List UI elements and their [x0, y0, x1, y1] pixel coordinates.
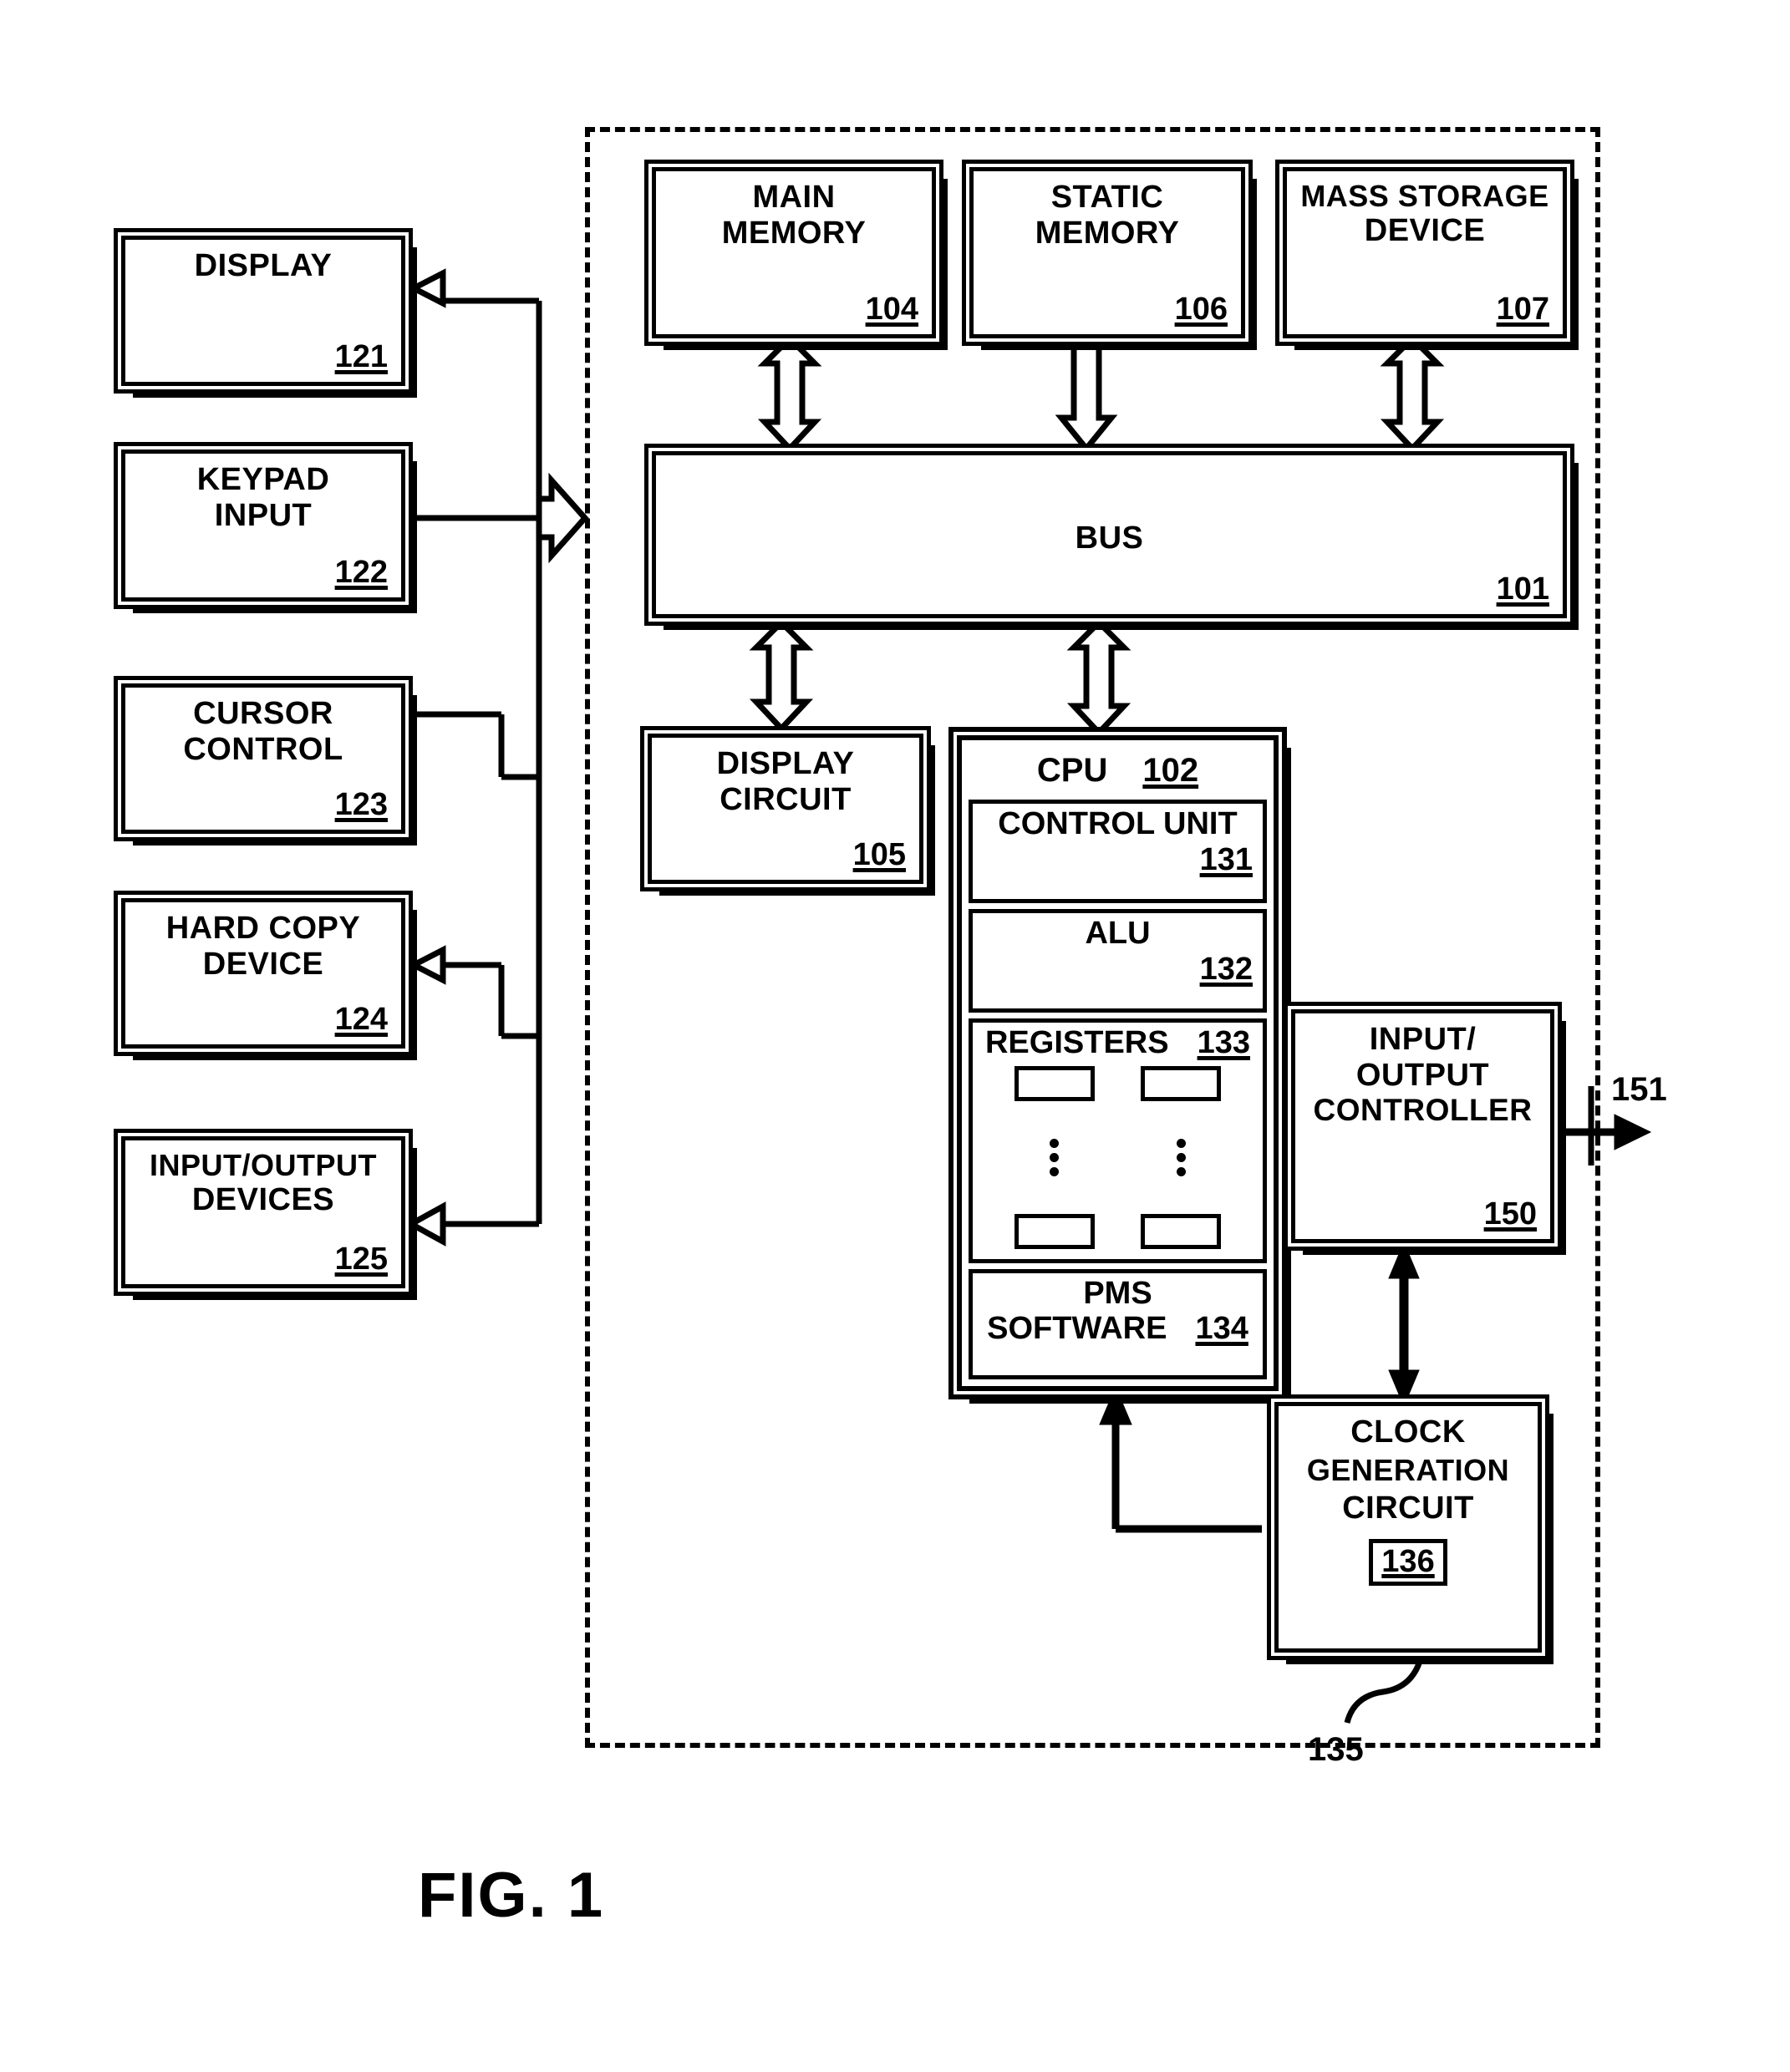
- figure-caption: FIG. 1: [418, 1860, 605, 1931]
- mass-storage-label-line1: MASS STORAGE: [1300, 179, 1549, 213]
- external-io-ref: 151: [1611, 1071, 1667, 1108]
- cursor-control-label-line1: CURSOR: [193, 696, 333, 731]
- arrow-peripherals-to-bus: [536, 472, 589, 564]
- main-memory-label-line1: MAIN: [752, 180, 836, 215]
- main-memory-label-line2: MEMORY: [721, 215, 867, 251]
- control-unit-ref: 131: [1199, 841, 1253, 877]
- hard-copy-device-ref: 124: [334, 1002, 388, 1037]
- main-memory-box[interactable]: MAIN MEMORY 104: [652, 167, 936, 338]
- clock-label-line1: CLOCK: [1350, 1414, 1466, 1450]
- patent-figure: DISPLAY 121 KEYPAD INPUT 122 CURSOR CONT…: [0, 0, 1790, 2072]
- io-controller-label-line1: INPUT/: [1369, 1022, 1477, 1057]
- mass-storage-ref: 107: [1496, 292, 1549, 327]
- keypad-input-label-line1: KEYPAD: [196, 462, 330, 497]
- static-memory-label-line2: MEMORY: [1035, 215, 1180, 251]
- control-unit-box[interactable]: CONTROL UNIT 131: [969, 800, 1267, 903]
- io-devices-ref: 125: [334, 1242, 388, 1277]
- clock-callout-ref: 135: [1308, 1731, 1364, 1768]
- static-memory-ref: 106: [1174, 292, 1228, 327]
- pms-software-label-line1: PMS: [1083, 1276, 1152, 1311]
- clock-label-line3: CIRCUIT: [1342, 1490, 1474, 1526]
- display-circuit-label-line1: DISPLAY: [716, 746, 855, 781]
- cpu-title: CPU: [1036, 751, 1108, 789]
- display-box[interactable]: DISPLAY 121: [121, 236, 405, 386]
- vertical-ellipsis-icon: [1176, 1134, 1186, 1181]
- clock-label-line2: GENERATION: [1306, 1452, 1510, 1487]
- arrowhead-to-hard-copy-device: [407, 945, 446, 985]
- io-controller-box[interactable]: INPUT/ OUTPUT CONTROLLER 150: [1291, 1009, 1554, 1243]
- registers-box[interactable]: REGISTERS 133: [969, 1018, 1267, 1263]
- static-memory-box[interactable]: STATIC MEMORY 106: [969, 167, 1245, 338]
- arrowhead-to-display: [407, 268, 446, 308]
- display-circuit-box[interactable]: DISPLAY CIRCUIT 105: [648, 734, 923, 884]
- pms-software-line2: SOFTWARE 134: [987, 1310, 1248, 1347]
- registers-header: REGISTERS 133: [984, 1025, 1250, 1061]
- register-cell[interactable]: [1014, 1065, 1095, 1101]
- bus-box[interactable]: BUS 101: [652, 451, 1567, 618]
- register-grid: [979, 1061, 1256, 1256]
- pms-software-box[interactable]: PMS SOFTWARE 134: [969, 1269, 1267, 1379]
- arrowhead-io-external-right: [1614, 1114, 1652, 1150]
- keypad-input-ref: 122: [334, 555, 388, 590]
- display-circuit-label-line2: CIRCUIT: [720, 781, 852, 817]
- display-ref: 121: [334, 339, 388, 374]
- cpu-header: CPU 102: [969, 747, 1267, 794]
- hard-copy-device-label-line2: DEVICE: [202, 946, 324, 982]
- main-memory-ref: 104: [865, 292, 918, 327]
- keypad-input-label-line2: INPUT: [214, 497, 313, 533]
- vertical-ellipsis-icon: [1050, 1134, 1060, 1181]
- register-cell[interactable]: [1141, 1213, 1222, 1249]
- mass-storage-device-box[interactable]: MASS STORAGE DEVICE 107: [1283, 167, 1567, 338]
- cpu-block[interactable]: CPU 102 CONTROL UNIT 131 ALU 132 REGISTE…: [957, 735, 1279, 1391]
- alu-label: ALU: [1085, 916, 1151, 951]
- register-column-right: [1141, 1065, 1222, 1249]
- register-column-left: [1014, 1065, 1095, 1249]
- cpu-ref: 102: [1142, 751, 1199, 789]
- hard-copy-device-box[interactable]: HARD COPY DEVICE 124: [121, 898, 405, 1049]
- keypad-input-box[interactable]: KEYPAD INPUT 122: [121, 449, 405, 602]
- alu-ref: 132: [1199, 951, 1253, 987]
- register-cell[interactable]: [1014, 1213, 1095, 1249]
- io-controller-ref: 150: [1483, 1196, 1537, 1232]
- mass-storage-label-line2: DEVICE: [1364, 213, 1486, 249]
- display-label: DISPLAY: [194, 248, 333, 283]
- display-circuit-ref: 105: [852, 837, 906, 872]
- io-devices-label-line1: INPUT/OUTPUT: [150, 1148, 377, 1182]
- alu-box[interactable]: ALU 132: [969, 909, 1267, 1013]
- cursor-control-ref: 123: [334, 787, 388, 822]
- io-controller-label-line3: CONTROLLER: [1313, 1093, 1533, 1128]
- registers-ref: 133: [1197, 1025, 1250, 1060]
- pms-software-ref: 134: [1195, 1310, 1248, 1346]
- clock-ref-boxed: 136: [1369, 1539, 1447, 1587]
- io-devices-box[interactable]: INPUT/OUTPUT DEVICES 125: [121, 1136, 405, 1288]
- register-cell[interactable]: [1141, 1065, 1222, 1101]
- registers-label: REGISTERS: [984, 1025, 1169, 1060]
- clock-generation-circuit-box[interactable]: CLOCK GENERATION CIRCUIT 136: [1274, 1402, 1542, 1653]
- bus-ref: 101: [1496, 571, 1549, 607]
- static-memory-label-line1: STATIC: [1050, 180, 1164, 215]
- pms-software-label-line2: SOFTWARE: [987, 1310, 1167, 1346]
- io-devices-label-line2: DEVICES: [191, 1182, 335, 1218]
- bus-label: BUS: [1075, 521, 1144, 556]
- cursor-control-label-line2: CONTROL: [183, 731, 343, 767]
- io-controller-label-line2: OUTPUT: [1355, 1057, 1490, 1093]
- cursor-control-box[interactable]: CURSOR CONTROL 123: [121, 683, 405, 834]
- control-unit-label: CONTROL UNIT: [998, 806, 1238, 841]
- hard-copy-device-label-line1: HARD COPY: [165, 911, 361, 946]
- arrowhead-to-io-devices: [404, 1201, 446, 1247]
